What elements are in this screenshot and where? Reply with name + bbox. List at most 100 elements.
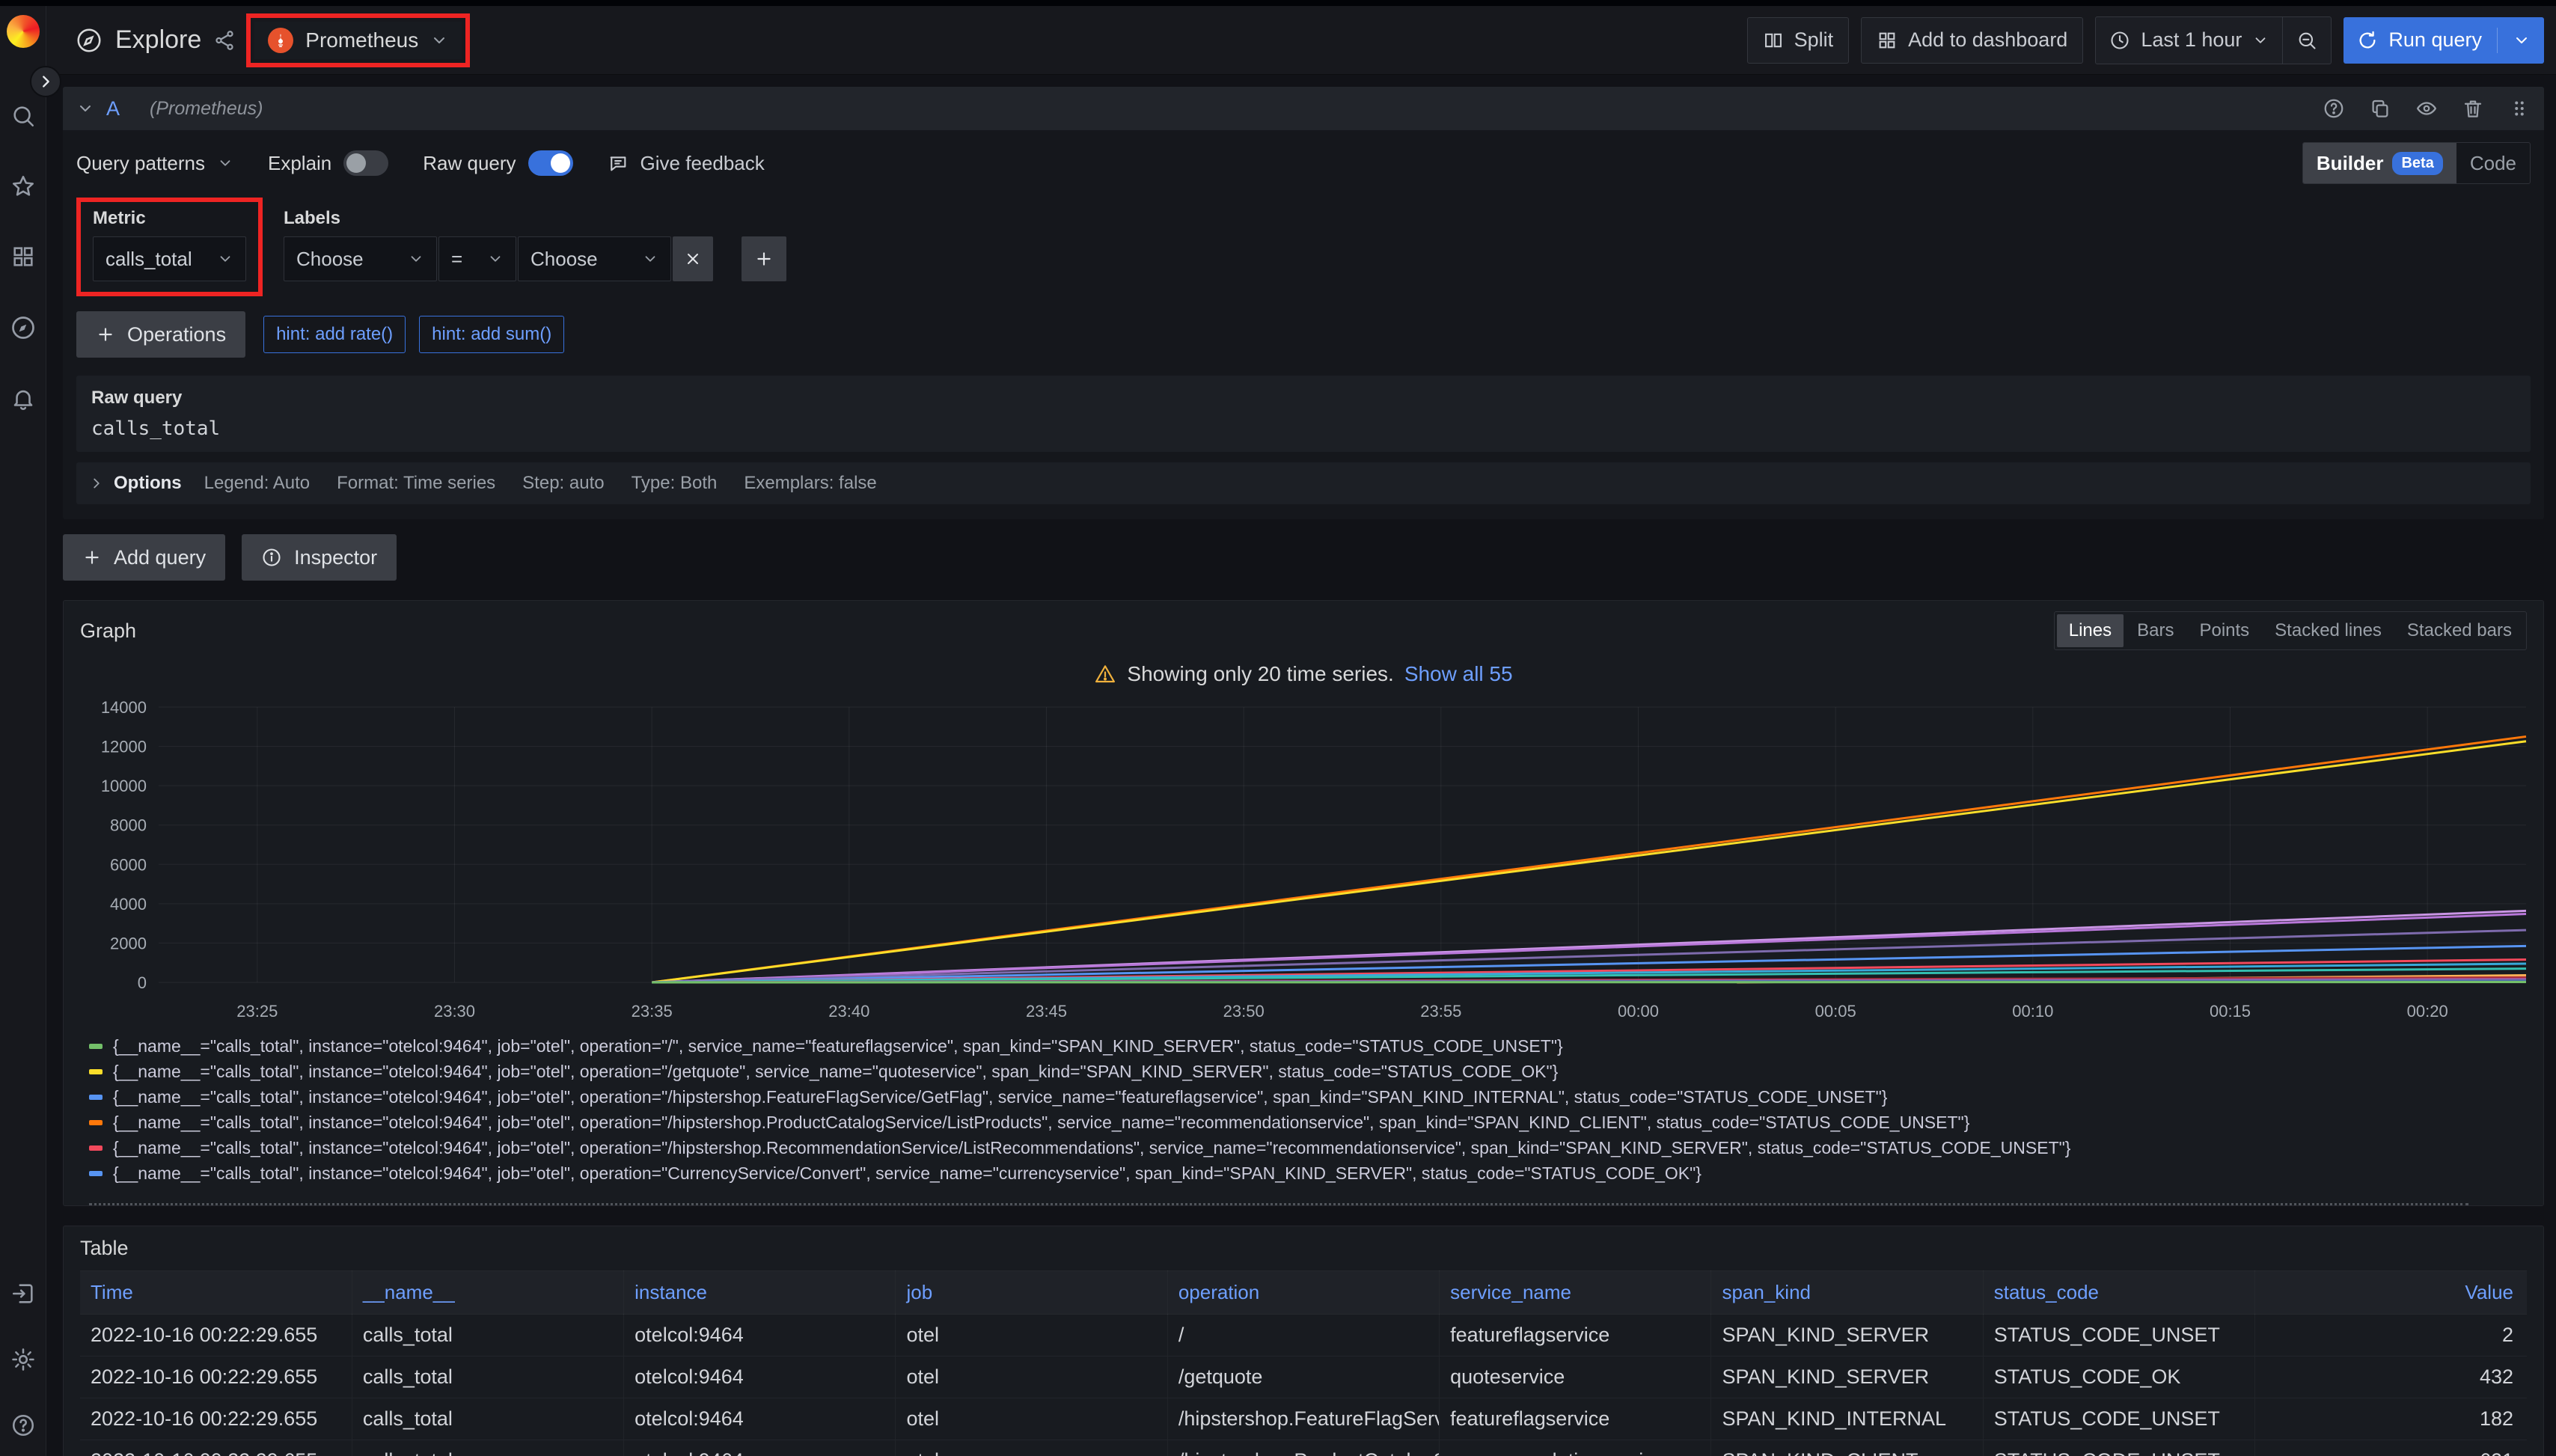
trash-icon[interactable] (2462, 97, 2484, 120)
builder-label: Builder (2317, 152, 2384, 175)
app: Explore Prometheus (0, 6, 2556, 1456)
run-query-button[interactable]: Run query (2343, 17, 2544, 64)
hint-button[interactable]: hint: add rate() (263, 316, 406, 353)
graph-canvas[interactable]: 0200040006000800010000120001400023:2523:… (70, 694, 2537, 1027)
page-header: Explore Prometheus (46, 6, 2556, 75)
add-query-button[interactable]: Add query (63, 534, 225, 581)
chevron-down-icon[interactable] (2513, 31, 2531, 49)
chevron-down-icon[interactable] (76, 100, 94, 117)
column-header-statuscode[interactable]: status_code (1983, 1271, 2254, 1315)
x-axis-label: 23:55 (1420, 1002, 1461, 1021)
table-cell: /getquote (1167, 1356, 1439, 1398)
metric-value: calls_total (106, 248, 192, 271)
column-header-operation[interactable]: operation (1167, 1271, 1439, 1315)
column-header-value[interactable]: Value (2255, 1271, 2527, 1315)
zoom-out-button[interactable] (2283, 17, 2331, 64)
builder-tab[interactable]: Builder Beta (2303, 143, 2456, 183)
legend-label: {__name__="calls_total", instance="otelc… (113, 1138, 2070, 1158)
show-all-series-link[interactable]: Show all 55 (1404, 662, 1513, 686)
give-feedback-link[interactable]: Give feedback (608, 152, 765, 175)
graph-style-tab-bars[interactable]: Bars (2125, 614, 2186, 647)
signin-icon[interactable] (10, 1281, 36, 1306)
y-axis-label: 0 (138, 973, 147, 992)
inspector-button[interactable]: Inspector (242, 534, 397, 581)
split-button[interactable]: Split (1747, 17, 1850, 64)
add-operation-button[interactable]: Operations (76, 311, 245, 358)
search-icon[interactable] (10, 103, 36, 129)
table-cell: 2 (2255, 1315, 2527, 1356)
graph-style-tab-lines[interactable]: Lines (2057, 614, 2124, 647)
column-header-job[interactable]: job (896, 1271, 1167, 1315)
legend-item[interactable]: {__name__="calls_total", instance="otelc… (89, 1160, 2528, 1186)
chevron-down-icon (217, 251, 233, 267)
column-header-spankind[interactable]: span_kind (1711, 1271, 1983, 1315)
grafana-logo[interactable] (7, 15, 40, 48)
time-range-button[interactable]: Last 1 hour (2096, 17, 2282, 64)
column-header-name[interactable]: __name__ (352, 1271, 623, 1315)
column-header-time[interactable]: Time (80, 1271, 352, 1315)
labels-field: Labels Choose = (284, 208, 786, 281)
graph-style-tab-stacked-lines[interactable]: Stacked lines (2263, 614, 2394, 647)
table-cell: calls_total (352, 1440, 623, 1456)
expand-sidebar-button[interactable] (30, 66, 61, 97)
share-icon[interactable] (213, 29, 236, 52)
x-axis-label: 00:10 (2012, 1002, 2053, 1021)
datasource-picker[interactable]: Prometheus (254, 22, 462, 59)
top-strip (0, 0, 2556, 6)
raw-query-box: Raw query calls_total (76, 376, 2531, 452)
copy-icon[interactable] (2369, 97, 2391, 120)
column-header-instance[interactable]: instance (624, 1271, 896, 1315)
graph-style-tab-points[interactable]: Points (2187, 614, 2261, 647)
legend-item[interactable]: {__name__="calls_total", instance="otelc… (89, 1059, 2528, 1084)
raw-query-toggle[interactable] (528, 150, 573, 176)
main: Explore Prometheus (46, 6, 2556, 1456)
graph-style-tab-stacked-bars[interactable]: Stacked bars (2395, 614, 2524, 647)
legend-item[interactable]: {__name__="calls_total", instance="otelc… (89, 1135, 2528, 1160)
query-patterns-dropdown[interactable]: Query patterns (76, 152, 233, 175)
legend-item[interactable]: {__name__="calls_total", instance="otelc… (89, 1033, 2528, 1059)
table-cell: otelcol:9464 (624, 1440, 896, 1456)
label-name-select[interactable]: Choose (284, 236, 437, 281)
metric-select[interactable]: calls_total (93, 236, 246, 281)
column-header-servicename[interactable]: service_name (1440, 1271, 1711, 1315)
table-cell: SPAN_KIND_SERVER (1711, 1356, 1983, 1398)
help-icon[interactable] (2323, 97, 2345, 120)
star-icon[interactable] (10, 174, 36, 199)
legend-item[interactable]: {__name__="calls_total", instance="otelc… (89, 1110, 2528, 1135)
code-tab[interactable]: Code (2456, 143, 2530, 183)
dashboards-icon[interactable] (10, 244, 36, 269)
eye-icon[interactable] (2415, 97, 2438, 120)
table-cell: STATUS_CODE_UNSET (1983, 1398, 2254, 1440)
legend-item[interactable]: {__name__="calls_total", instance="otelc… (89, 1084, 2528, 1110)
table-cell: otelcol:9464 (624, 1398, 896, 1440)
legend-label: {__name__="calls_total", instance="otelc… (113, 1036, 1563, 1056)
alerting-icon[interactable] (10, 386, 36, 412)
add-label-filter-button[interactable] (742, 236, 786, 281)
table-cell: 2022-10-16 00:22:29.655 (80, 1440, 352, 1456)
chevron-down-icon (487, 251, 504, 267)
query-actions: Add query Inspector (63, 534, 2544, 581)
explain-toggle[interactable] (343, 150, 388, 176)
query-row-header[interactable]: A (Prometheus) (63, 87, 2544, 130)
remove-label-filter-button[interactable] (673, 236, 713, 281)
options-bar[interactable]: Options Legend: AutoFormat: Time seriesS… (76, 462, 2531, 504)
legend-label: {__name__="calls_total", instance="otelc… (113, 1163, 1702, 1184)
label-value-select[interactable]: Choose (518, 236, 671, 281)
legend-label: {__name__="calls_total", instance="otelc… (113, 1062, 1558, 1082)
explore-icon[interactable] (10, 314, 37, 341)
table-cell: otel (896, 1440, 1167, 1456)
help-icon[interactable] (10, 1413, 36, 1438)
table-header-row: Time__name__instancejoboperationservice_… (80, 1271, 2527, 1315)
graph-panel: Graph LinesBarsPointsStacked linesStacke… (63, 600, 2544, 1206)
label-operator-select[interactable]: = (438, 236, 516, 281)
table-cell: otel (896, 1398, 1167, 1440)
table-cell: STATUS_CODE_UNSET (1983, 1315, 2254, 1356)
settings-icon[interactable] (10, 1347, 36, 1372)
compass-icon (75, 26, 103, 55)
drag-handle-icon[interactable] (2508, 97, 2531, 120)
label-operator-value: = (451, 248, 462, 271)
add-to-dashboard-button[interactable]: Add to dashboard (1861, 17, 2083, 64)
chevron-down-icon (2252, 32, 2269, 49)
table-panel: Table Time__name__instancejoboperationse… (63, 1226, 2544, 1456)
hint-button[interactable]: hint: add sum() (419, 316, 564, 353)
